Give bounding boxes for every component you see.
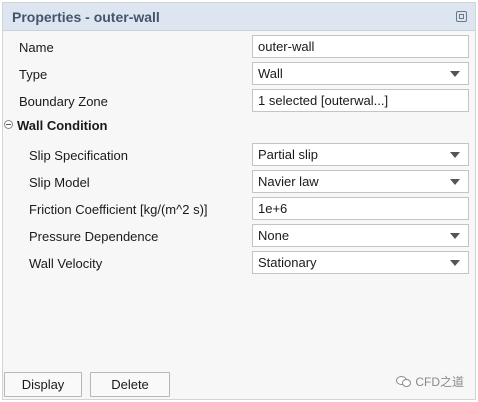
wall-velocity-value: Stationary xyxy=(258,255,317,270)
boundary-zone-value: 1 selected [outerwal...] xyxy=(258,93,389,108)
wall-velocity-dropdown[interactable]: Stationary xyxy=(252,251,469,274)
pressure-dependence-value: None xyxy=(258,228,290,243)
slip-model-dropdown[interactable]: Navier law xyxy=(252,170,469,193)
chevron-down-icon[interactable] xyxy=(450,71,460,77)
slip-model-label: Slip Model xyxy=(29,175,90,190)
delete-button[interactable]: Delete xyxy=(90,372,170,397)
type-value: Wall xyxy=(258,66,283,81)
friction-coefficient-label: Friction Coefficient [kg/(m^2 s)] xyxy=(29,202,208,217)
restore-window-icon[interactable] xyxy=(456,11,467,22)
collapse-icon[interactable] xyxy=(4,120,13,129)
wechat-icon xyxy=(396,376,412,387)
name-label: Name xyxy=(19,40,54,55)
slip-specification-value: Partial slip xyxy=(258,147,318,162)
friction-coefficient-value: 1e+6 xyxy=(258,201,288,216)
watermark: CFD之道 xyxy=(396,373,464,390)
wall-velocity-label: Wall Velocity xyxy=(29,256,103,271)
slip-specification-label: Slip Specification xyxy=(29,148,128,163)
wall-condition-header[interactable]: Wall Condition xyxy=(17,118,108,133)
slip-specification-dropdown[interactable]: Partial slip xyxy=(252,143,469,166)
chevron-down-icon[interactable] xyxy=(450,233,460,239)
panel-title: Properties - outer-wall xyxy=(12,9,160,25)
panel-titlebar: Properties - outer-wall xyxy=(3,3,475,31)
slip-model-value: Navier law xyxy=(258,174,319,189)
pressure-dependence-dropdown[interactable]: None xyxy=(252,224,469,247)
display-button[interactable]: Display xyxy=(4,372,82,397)
watermark-text: CFD之道 xyxy=(415,375,464,389)
type-dropdown[interactable]: Wall xyxy=(252,62,469,85)
chevron-down-icon[interactable] xyxy=(450,179,460,185)
boundary-zone-input[interactable]: 1 selected [outerwal...] xyxy=(252,89,469,112)
name-input[interactable]: outer-wall xyxy=(252,35,469,58)
pressure-dependence-label: Pressure Dependence xyxy=(29,229,159,244)
name-value: outer-wall xyxy=(258,39,315,54)
boundary-zone-label: Boundary Zone xyxy=(19,94,108,109)
type-label: Type xyxy=(19,67,48,82)
chevron-down-icon[interactable] xyxy=(450,152,460,158)
chevron-down-icon[interactable] xyxy=(450,260,460,266)
friction-coefficient-input[interactable]: 1e+6 xyxy=(252,197,469,220)
